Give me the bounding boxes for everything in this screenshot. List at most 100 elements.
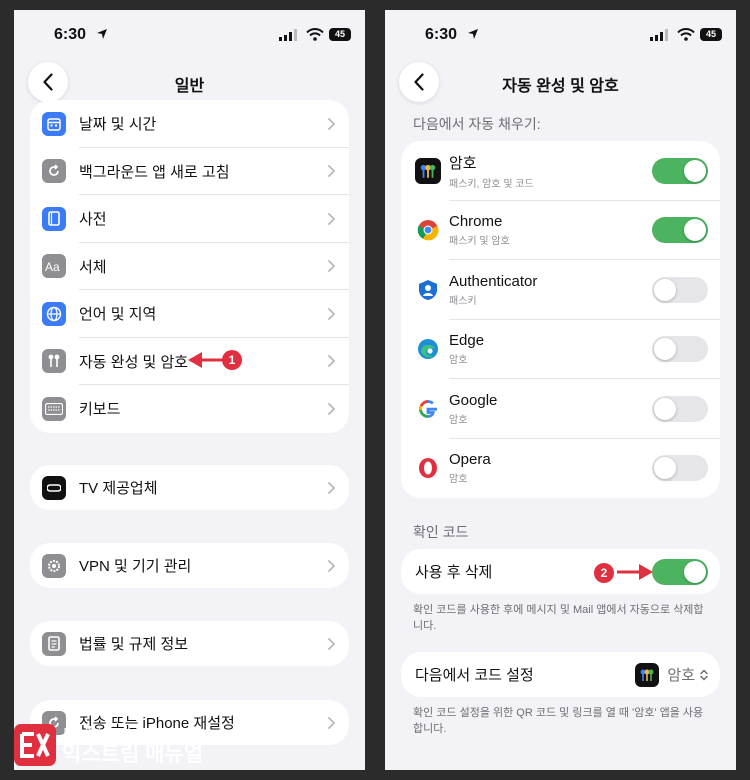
delete-after-use-toggle[interactable]	[652, 558, 708, 585]
autofill-app-row: Opera 암호	[401, 439, 720, 499]
autofill-app-subtitle: 패스키	[449, 295, 477, 307]
set-code-selector[interactable]: 암호	[635, 662, 708, 687]
chevron-left-icon	[414, 73, 424, 91]
brand-mark-icon	[14, 724, 56, 766]
opera-icon	[415, 455, 441, 481]
settings-row[interactable]: 날짜 및 시간	[30, 100, 349, 148]
chevron-right-icon	[328, 212, 335, 225]
set-code-footer: 확인 코드 설정을 위한 QR 코드 및 링크를 열 때 '암호' 앱을 사용합…	[413, 707, 704, 735]
step-badge-2: 2	[594, 563, 614, 583]
autofill-app-name: 암호	[449, 154, 477, 172]
gear-icon	[42, 553, 66, 578]
autofill-app-name: Chrome	[449, 213, 503, 231]
chevron-right-icon	[328, 402, 335, 415]
wifi-icon	[677, 28, 695, 41]
calendar-icon	[42, 111, 66, 136]
annotation-arrow-right	[617, 564, 653, 580]
battery-indicator: 45	[329, 28, 351, 41]
chevron-right-icon	[328, 559, 335, 572]
svg-text:Aa: Aa	[45, 260, 60, 273]
chevron-right-icon	[328, 637, 335, 650]
book-icon	[42, 206, 66, 231]
tv-provider-group: TV 제공업체	[30, 465, 349, 510]
chrome-icon	[415, 217, 441, 243]
autofill-app-toggle[interactable]	[652, 336, 708, 363]
document-icon	[42, 631, 66, 656]
autofill-app-text: Edge 암호	[449, 332, 484, 366]
settings-row[interactable]: 언어 및 지역	[30, 290, 349, 338]
vpn-group: VPN 및 기기 관리	[30, 543, 349, 588]
settings-row[interactable]: 키보드	[30, 385, 349, 433]
settings-row[interactable]: Aa 서체	[30, 243, 349, 290]
page-title: 자동 완성 및 암호	[502, 78, 619, 95]
chevron-right-icon	[328, 260, 335, 273]
chevron-right-icon	[328, 307, 335, 320]
settings-row-label: 사전	[79, 211, 107, 229]
autofill-app-row: 암호패스키, 암호 및 코드	[401, 141, 720, 201]
autofill-app-toggle[interactable]	[652, 395, 708, 422]
toggle-knob	[654, 457, 676, 480]
autofill-app-subtitle: 암호	[449, 414, 468, 426]
autofill-app-subtitle: 암호	[449, 355, 468, 367]
passwords-app-icon	[635, 662, 660, 687]
left-screen: 6:30 45 일반 날짜 및 시간 백그라운드 앱 새로 고침 사전 Aa 서체 언어 …	[14, 10, 365, 770]
location-arrow-icon	[468, 29, 478, 39]
battery-indicator: 45	[700, 28, 722, 41]
settings-row-legal[interactable]: 법률 및 규제 정보	[30, 621, 349, 666]
annotation-arrow-left	[188, 352, 224, 368]
settings-row-label: 날짜 및 시간	[79, 116, 157, 134]
settings-row[interactable]: 사전	[30, 195, 349, 243]
general-settings-group: 날짜 및 시간백그라운드 앱 새로 고침사전 Aa 서체언어 및 지역자동 완성 및…	[30, 100, 349, 433]
autofill-app-text: Authenticator 패스키	[449, 273, 537, 307]
tv-provider-icon	[42, 475, 66, 500]
status-bar: 6:30 45	[385, 10, 736, 60]
delete-after-use-row: 사용 후 삭제	[401, 549, 720, 594]
set-code-group: 다음에서 코드 설정 암호	[401, 652, 720, 697]
autofill-section-header: 다음에서 자동 채우기:	[413, 116, 541, 132]
font-icon: Aa	[42, 254, 66, 279]
settings-row-vpn[interactable]: VPN 및 기기 관리	[30, 543, 349, 588]
settings-row-label: 자동 완성 및 암호	[79, 353, 189, 371]
autofill-app-toggle[interactable]	[652, 276, 708, 303]
signal-icon	[279, 29, 297, 41]
wifi-icon	[306, 28, 324, 41]
autofill-app-text: Opera 암호	[449, 451, 491, 485]
set-code-row[interactable]: 다음에서 코드 설정 암호	[401, 652, 720, 697]
chevron-right-icon	[328, 165, 335, 178]
toggle-knob	[654, 278, 676, 301]
right-screen: 6:30 45 자동 완성 및 암호 다음에서 자동 채우기: 암호 패스키, 암…	[385, 10, 736, 770]
settings-row-tv-provider[interactable]: TV 제공업체	[30, 465, 349, 510]
autofill-app-toggle[interactable]	[652, 455, 708, 482]
autofill-app-toggle[interactable]	[652, 157, 708, 184]
autofill-app-toggle[interactable]	[652, 217, 708, 244]
delete-after-use-group: 사용 후 삭제	[401, 549, 720, 594]
step-badge-1: 1	[222, 350, 242, 370]
edge-icon	[415, 336, 441, 362]
settings-row-label: 법률 및 규제 정보	[79, 636, 189, 653]
brand-logo: More Better IT Life 익스트림 매뉴얼	[12, 722, 212, 772]
autofill-app-name: Google	[449, 391, 498, 409]
settings-row[interactable]: 백그라운드 앱 새로 고침	[30, 148, 349, 195]
set-code-value: 암호	[667, 667, 695, 684]
autofill-app-subtitle: 암호	[449, 474, 468, 486]
autofill-apps-group: 암호 패스키, 암호 및 코드 Chrome 패스키 및 암호 Authenticato…	[401, 141, 720, 498]
google-icon	[415, 396, 441, 422]
status-time: 6:30	[54, 26, 87, 43]
settings-row-label: 서체	[79, 258, 107, 276]
autofill-app-subtitle: 패스키, 암호 및 코드	[449, 178, 534, 190]
back-button[interactable]	[399, 62, 439, 102]
authenticator-icon	[415, 277, 441, 303]
autofill-app-row: Edge 암호	[401, 320, 720, 379]
settings-row-label: 키보드	[79, 401, 121, 419]
autofill-app-text: 암호패스키, 암호 및 코드	[449, 152, 534, 190]
chevron-left-icon	[43, 73, 53, 91]
chevron-right-icon	[328, 355, 335, 368]
settings-row-label: TV 제공업체	[79, 480, 158, 497]
back-button[interactable]	[28, 62, 68, 102]
settings-row-label: 언어 및 지역	[79, 306, 157, 324]
refresh-icon	[42, 159, 66, 184]
autofill-app-text: Chrome 패스키 및 암호	[449, 213, 510, 247]
toggle-knob	[684, 560, 706, 583]
toggle-knob	[684, 159, 706, 182]
brand-tagline: More Better IT Life	[64, 727, 135, 736]
